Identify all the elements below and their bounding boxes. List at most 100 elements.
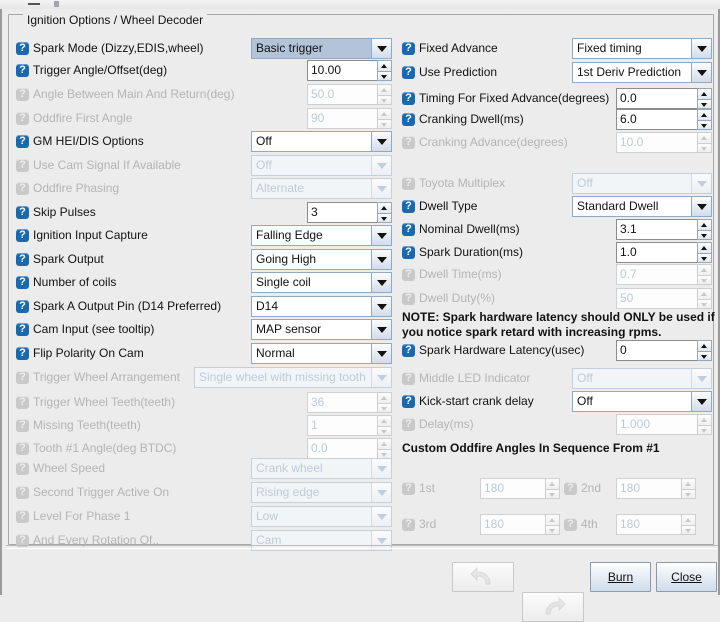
spinner-up-icon[interactable] xyxy=(697,219,712,230)
chevron-down-icon[interactable] xyxy=(371,320,391,339)
spinner-spark-hardware-latency-usec[interactable]: 0 xyxy=(616,340,712,361)
help-icon[interactable] xyxy=(402,199,415,214)
spinner-cranking-dwell-ms[interactable]: 6.0 xyxy=(616,109,712,130)
chevron-down-icon[interactable] xyxy=(371,226,391,245)
spinner-down-icon[interactable] xyxy=(697,98,712,109)
spinner-up-icon[interactable] xyxy=(697,340,712,351)
combobox-ignition-input-capture[interactable]: Falling Edge xyxy=(251,225,392,246)
oddfire-label: 4th xyxy=(581,517,598,531)
spinner-up-icon xyxy=(545,478,560,489)
spinner-buttons xyxy=(697,264,712,285)
oddfire-row-2nd: 2nd xyxy=(564,477,601,499)
help-icon[interactable] xyxy=(16,63,29,78)
spinner-up-icon[interactable] xyxy=(377,202,392,213)
spinner-down-icon xyxy=(377,425,392,436)
combobox-number-of-coils[interactable]: Single coil xyxy=(251,272,392,293)
chevron-down-icon[interactable] xyxy=(691,39,711,58)
burn-button[interactable]: Burn xyxy=(590,562,651,592)
chevron-down-icon[interactable] xyxy=(371,250,391,269)
spinner-down-icon[interactable] xyxy=(377,70,392,81)
help-icon[interactable] xyxy=(16,134,29,149)
combobox-spark-output[interactable]: Going High xyxy=(251,249,392,270)
help-icon[interactable] xyxy=(402,91,415,106)
spinner-down-icon[interactable] xyxy=(697,252,712,263)
spinner-value: 0.7 xyxy=(616,264,697,285)
minimize-icon[interactable] xyxy=(28,3,40,5)
spinner-tooth-1-angle-deg-btdc: 0.0 xyxy=(307,438,392,459)
chevron-down-icon[interactable] xyxy=(371,39,391,58)
close-button[interactable]: Close xyxy=(656,562,717,592)
setting-row-second-trigger-active-on: Second Trigger Active On xyxy=(16,481,169,503)
help-icon[interactable] xyxy=(16,275,29,290)
spinner-trigger-angle-offset-deg[interactable]: 10.00 xyxy=(307,60,392,81)
spinner-buttons xyxy=(697,288,712,309)
help-icon[interactable] xyxy=(16,41,29,56)
oddfire-row-1st: 1st xyxy=(402,477,435,499)
combobox-dwell-type[interactable]: Standard Dwell xyxy=(572,196,712,217)
spinner-nominal-dwell-ms[interactable]: 3.1 xyxy=(616,219,712,240)
combobox-use-prediction[interactable]: 1st Deriv Prediction xyxy=(572,62,712,83)
combobox-spark-mode-dizzy-edis-wheel[interactable]: Basic trigger xyxy=(251,38,392,59)
help-icon[interactable] xyxy=(16,228,29,243)
combobox-use-cam-signal-if-available: Off xyxy=(251,155,392,176)
spinner-down-icon[interactable] xyxy=(697,229,712,240)
spinner-down-icon[interactable] xyxy=(697,350,712,361)
help-icon[interactable] xyxy=(402,41,415,56)
spinner-up-icon[interactable] xyxy=(697,109,712,120)
help-icon[interactable] xyxy=(402,112,415,127)
spinner-value[interactable]: 10.00 xyxy=(307,60,377,81)
spinner-up-icon[interactable] xyxy=(697,242,712,253)
redo-button[interactable] xyxy=(522,592,584,622)
combobox-spark-a-output-pin-d14-preferred[interactable]: D14 xyxy=(251,296,392,317)
spinner-angle-between-main-and-return-deg: 50.0 xyxy=(307,84,392,105)
chevron-down-icon[interactable] xyxy=(371,132,391,151)
setting-label: Spark Hardware Latency(usec) xyxy=(419,343,585,357)
spinner-value[interactable]: 1.0 xyxy=(616,242,697,263)
setting-label: Wheel Speed xyxy=(33,461,106,475)
spinner-down-icon[interactable] xyxy=(697,119,712,130)
chevron-down-icon[interactable] xyxy=(371,344,391,363)
help-icon[interactable] xyxy=(16,299,29,314)
spinner-timing-for-fixed-advance-degrees[interactable]: 0.0 xyxy=(616,88,712,109)
help-icon[interactable] xyxy=(16,252,29,267)
undo-button[interactable] xyxy=(452,562,514,592)
help-icon[interactable] xyxy=(402,343,415,358)
spinner-skip-pulses[interactable]: 3 xyxy=(307,202,392,223)
combobox-flip-polarity-on-cam[interactable]: Normal xyxy=(251,343,392,364)
spinner-buttons xyxy=(697,132,712,153)
oddfire-spinner-2nd: 180 xyxy=(616,478,696,499)
chevron-down-icon[interactable] xyxy=(691,392,711,411)
spinner-value[interactable]: 3.1 xyxy=(616,219,697,240)
spinner-buttons xyxy=(697,88,712,109)
spinner-down-icon[interactable] xyxy=(377,212,392,223)
setting-label: Oddfire First Angle xyxy=(33,111,133,125)
spinner-value[interactable]: 6.0 xyxy=(616,109,697,130)
help-icon[interactable] xyxy=(16,205,29,220)
spinner-down-icon xyxy=(377,402,392,413)
combobox-fixed-advance[interactable]: Fixed timing xyxy=(572,38,712,59)
combobox-oddfire-phasing: Alternate xyxy=(251,178,392,199)
chevron-down-icon[interactable] xyxy=(691,63,711,82)
combobox-kick-start-crank-delay[interactable]: Off xyxy=(572,391,712,412)
combobox-value: Off xyxy=(577,371,593,385)
help-icon[interactable] xyxy=(402,394,415,409)
help-icon[interactable] xyxy=(402,65,415,80)
spinner-oddfire-first-angle: 90 xyxy=(307,108,392,129)
spinner-value[interactable]: 0 xyxy=(616,340,697,361)
combobox-cam-input-see-tooltip[interactable]: MAP sensor xyxy=(251,319,392,340)
help-icon[interactable] xyxy=(16,346,29,361)
chevron-down-icon[interactable] xyxy=(371,273,391,292)
spinner-down-icon xyxy=(377,94,392,105)
combobox-gm-hei-dis-options[interactable]: Off xyxy=(251,131,392,152)
spinner-spark-duration-ms[interactable]: 1.0 xyxy=(616,242,712,263)
chevron-down-icon[interactable] xyxy=(691,197,711,216)
spinner-value[interactable]: 3 xyxy=(307,202,377,223)
spinner-up-icon[interactable] xyxy=(697,88,712,99)
help-icon[interactable] xyxy=(402,245,415,260)
spinner-up-icon[interactable] xyxy=(377,60,392,71)
help-icon[interactable] xyxy=(16,322,29,337)
spinner-value[interactable]: 0.0 xyxy=(616,88,697,109)
chevron-down-icon[interactable] xyxy=(371,297,391,316)
setting-row-nominal-dwell-ms: Nominal Dwell(ms) xyxy=(402,218,520,240)
help-icon[interactable] xyxy=(402,222,415,237)
